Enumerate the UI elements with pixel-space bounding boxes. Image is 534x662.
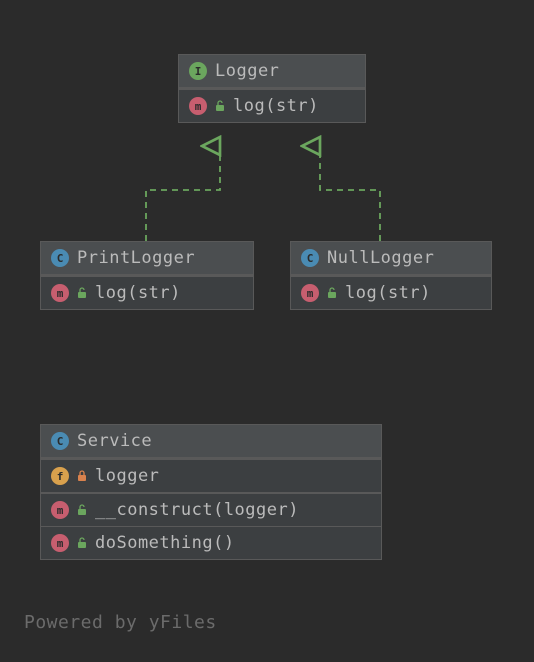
member-name: log(str) bbox=[345, 283, 431, 303]
lock-open-icon bbox=[77, 504, 87, 516]
member-row: f logger bbox=[41, 458, 381, 492]
class-icon: C bbox=[301, 249, 319, 267]
method-icon: m bbox=[51, 284, 69, 302]
method-icon: m bbox=[51, 534, 69, 552]
lock-open-icon bbox=[77, 287, 87, 299]
lock-open-icon bbox=[327, 287, 337, 299]
method-icon: m bbox=[189, 97, 207, 115]
class-box-service[interactable]: C Service f logger m __construct(logger)… bbox=[40, 424, 382, 560]
class-box-logger[interactable]: I Logger m log(str) bbox=[178, 54, 366, 123]
field-icon: f bbox=[51, 467, 69, 485]
member-row: m log(str) bbox=[179, 88, 365, 122]
member-name: doSomething() bbox=[95, 533, 235, 553]
class-name: Service bbox=[77, 431, 152, 451]
member-name: log(str) bbox=[95, 283, 181, 303]
class-header: C NullLogger bbox=[291, 242, 491, 275]
member-row: m doSomething() bbox=[41, 526, 381, 559]
lock-open-icon bbox=[77, 537, 87, 549]
method-icon: m bbox=[301, 284, 319, 302]
class-icon: C bbox=[51, 249, 69, 267]
member-row: m log(str) bbox=[291, 275, 491, 309]
class-name: Logger bbox=[215, 61, 279, 81]
class-header: C Service bbox=[41, 425, 381, 458]
class-icon: C bbox=[51, 432, 69, 450]
member-name: log(str) bbox=[233, 96, 319, 116]
class-box-printlogger[interactable]: C PrintLogger m log(str) bbox=[40, 241, 254, 310]
class-name: PrintLogger bbox=[77, 248, 195, 268]
class-box-nulllogger[interactable]: C NullLogger m log(str) bbox=[290, 241, 492, 310]
class-header: I Logger bbox=[179, 55, 365, 88]
lock-open-icon bbox=[215, 100, 225, 112]
member-row: m log(str) bbox=[41, 275, 253, 309]
member-name: __construct(logger) bbox=[95, 500, 299, 520]
class-name: NullLogger bbox=[327, 248, 434, 268]
watermark-text: Powered by yFiles bbox=[24, 612, 217, 633]
interface-icon: I bbox=[189, 62, 207, 80]
class-header: C PrintLogger bbox=[41, 242, 253, 275]
member-row: m __construct(logger) bbox=[41, 492, 381, 526]
member-name: logger bbox=[95, 466, 159, 486]
lock-closed-icon bbox=[77, 470, 87, 482]
method-icon: m bbox=[51, 501, 69, 519]
